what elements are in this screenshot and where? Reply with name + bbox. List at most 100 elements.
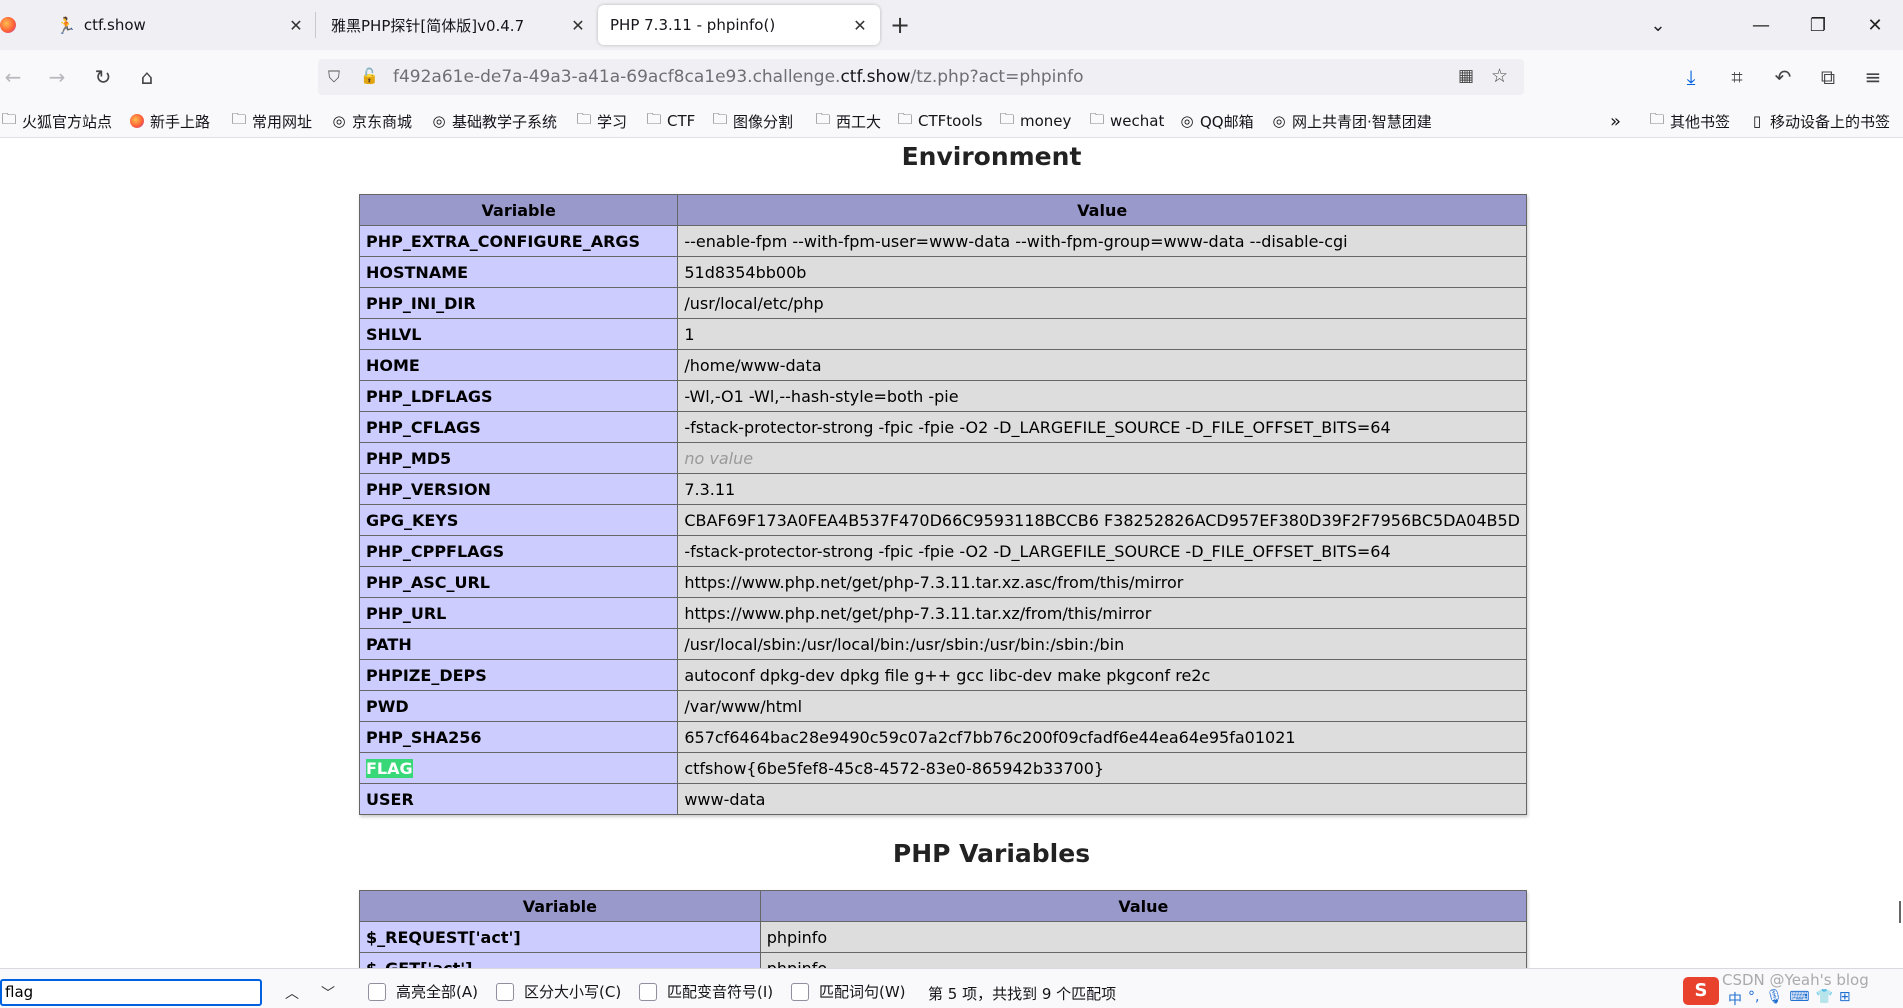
variable-value: no value [684,448,754,468]
find-previous-button[interactable]: ︿ [280,981,304,1005]
table-header-row: Variable Value [359,890,1528,922]
variable-value: https://www.php.net/get/php-7.3.11.tar.x… [684,603,1152,623]
variable-value: autoconf dpkg-dev dpkg file g++ gcc libc… [684,665,1211,685]
variable-value: https://www.php.net/get/php-7.3.11.tar.x… [684,572,1184,592]
app-menu-button[interactable]: ≡ [1856,60,1890,94]
variable-name: PHP_SHA256 [366,727,482,747]
extensions-button[interactable]: ⧉ [1811,60,1845,94]
table-header-row: Variable Value [358,194,1527,226]
tab-title: 雅黑PHP探针[简体版]v0.4.7 [331,16,525,35]
tab-probe[interactable]: 雅黑PHP探针[简体版]v0.4.7 ✕ [316,0,598,50]
window-close-button[interactable]: ✕ [1847,0,1903,50]
bookmark-label: 京东商城 [352,112,413,131]
variable-name-cell: SHLVL [358,318,679,350]
bookmark-item[interactable]: 🗀 其他书签 [1648,110,1730,132]
find-next-button[interactable]: ﹀ [316,981,340,1005]
section-title-environment: Environment [901,142,1082,171]
undo-button[interactable]: ↶ [1766,60,1800,94]
forward-button[interactable]: → [40,60,74,94]
variable-name: $_REQUEST['act'] [366,927,521,947]
checkbox-box[interactable] [639,982,657,1001]
table-row: PHP_VERSION 7.3.11 [358,473,1527,505]
variable-name: $_GET['act'] [366,958,473,969]
table-row: FLAG ctfshow{6be5fef8-45c8-4572-83e0-8659… [358,752,1527,784]
globe-icon: ◎ [1180,112,1194,130]
bookmark-item[interactable]: 🗀 图像分割 [711,110,793,132]
double-chevron-right-icon: » [1610,110,1622,132]
crop-icon: ⌗ [1731,65,1743,89]
restore-button[interactable]: ❐ [1790,0,1846,50]
bookmark-label: CTFtools [918,112,983,130]
bookmark-label: CTF [667,112,696,130]
close-icon[interactable]: ✕ [568,15,588,35]
table-row: HOME/home/www-data [358,349,1527,381]
table-row: $_REQUEST['act'] phpinfo [359,921,1528,953]
bookmark-item[interactable]: 🗀 CTF [645,110,695,132]
checkbox-box[interactable] [368,982,386,1001]
tab-ctfshow[interactable]: 🏃 ctf.show ✕ [36,0,316,50]
qr-code-icon[interactable]: ▦ [1458,66,1474,86]
bookmark-item[interactable]: 🗀 money [998,110,1071,132]
firefox-icon [0,17,16,33]
close-icon[interactable]: ✕ [286,15,306,35]
bookmark-item[interactable]: 🗀 CTFtools [896,110,982,132]
tab-phpinfo[interactable]: PHP 7.3.11 - phpinfo() ✕ [598,5,880,45]
bookmark-item[interactable]: 🗀 学习 [575,110,627,132]
find-bar: flag ︿ ﹀ 高亮全部(A) 区分大小写(C) 匹配变音符号(I) 匹配词句… [0,968,1903,1008]
reload-button[interactable]: ↻ [86,60,120,94]
variable-name-cell: PHP_VERSION [358,473,679,505]
table-row: PHP_CPPFLAGS -fstack-protector-strong -fp… [358,535,1527,567]
firefox-menu[interactable] [0,0,36,50]
checkbox-box[interactable] [791,982,809,1001]
shield-icon[interactable]: ⛉ [328,67,340,87]
bookmark-item[interactable]: 🗀 西工大 [814,110,881,132]
url-text[interactable]: f492a61e-de7a-49a3-a41a-69acf8ca1e93.cha… [393,59,1084,95]
folder-icon: 🗀 [1089,109,1105,128]
table-row: SHLVL 1 [358,318,1527,350]
bookmark-item[interactable]: 🗀 wechat [1088,110,1164,132]
variable-value-cell: -fstack-protector-strong -fpic -fpie -O2… [677,411,1527,443]
variable-value-cell: no value [677,442,1527,474]
variable-value-cell: www-data [677,783,1527,815]
list-tabs-button[interactable]: ⌄ [1630,0,1686,50]
checkbox-box[interactable] [496,982,514,1001]
hamburger-icon: ≡ [1864,65,1882,89]
whole-words-checkbox[interactable]: 匹配词句(W) [791,981,906,1002]
bookmark-item[interactable]: ◎ QQ邮箱 [1178,110,1253,132]
variable-value-cell: phpinfo [759,921,1528,953]
new-tab-button[interactable]: + [880,0,920,50]
url-bar[interactable]: ⛉ 🔓 f492a61e-de7a-49a3-a41a-69acf8ca1e93… [318,59,1524,95]
variable-value-cell: 1 [677,318,1527,350]
scrollbar-thumb[interactable] [1899,901,1901,923]
bookmarks-toolbar: 🗀 火狐官方站点 新手上路 🗀 常用网址 ◎ 京东商城 ◎ 基础教学子系统 🗀 学习 🗀 C… [0,104,1903,138]
downloads-button[interactable]: ⤓ [1674,60,1708,94]
chevron-down-icon: ﹀ [321,986,335,1002]
back-button[interactable]: ← [0,60,30,94]
bookmark-item[interactable]: ▯ 移动设备上的书签 [1748,110,1890,132]
bookmark-label: 西工大 [836,112,882,131]
bookmark-item[interactable]: 新手上路 [128,110,210,132]
bookmark-item[interactable]: 🗀 常用网址 [230,110,312,132]
find-input[interactable]: flag [0,979,262,1006]
sogou-ime-icon[interactable]: S [1683,977,1719,1005]
close-icon[interactable]: ✕ [850,15,870,35]
insecure-lock-icon[interactable]: 🔓 [360,67,379,85]
variable-value: CBAF69F173A0FEA4B537F470D66C9593118BCCB6… [684,510,1520,530]
globe-icon: ◎ [432,112,446,130]
match-case-checkbox[interactable]: 区分大小写(C) [496,981,621,1002]
bookmarks-overflow-button[interactable]: » [1610,110,1621,132]
match-diacritics-checkbox[interactable]: 匹配变音符号(I) [639,981,773,1002]
screenshot-button[interactable]: ⌗ [1720,60,1754,94]
bookmark-item[interactable]: ◎ 京东商城 [330,110,412,132]
minimize-icon: — [1752,14,1770,36]
bookmark-item[interactable]: 🗀 火狐官方站点 [0,110,112,132]
variable-value-cell: 7.3.11 [677,473,1527,505]
ime-toolbar[interactable]: 中 °, 🎙 ⌨ 👕 ⊞ [1728,989,1851,1008]
bookmark-item[interactable]: ◎ 基础教学子系统 [430,110,557,132]
minimize-button[interactable]: — [1733,0,1789,50]
star-icon[interactable]: ☆ [1491,65,1508,87]
home-button[interactable]: ⌂ [130,60,164,94]
variable-value: /usr/local/sbin:/usr/local/bin:/usr/sbin… [684,634,1125,654]
bookmark-item[interactable]: ◎ 网上共青团·智慧团建 [1270,110,1431,132]
highlight-all-checkbox[interactable]: 高亮全部(A) [368,981,478,1002]
